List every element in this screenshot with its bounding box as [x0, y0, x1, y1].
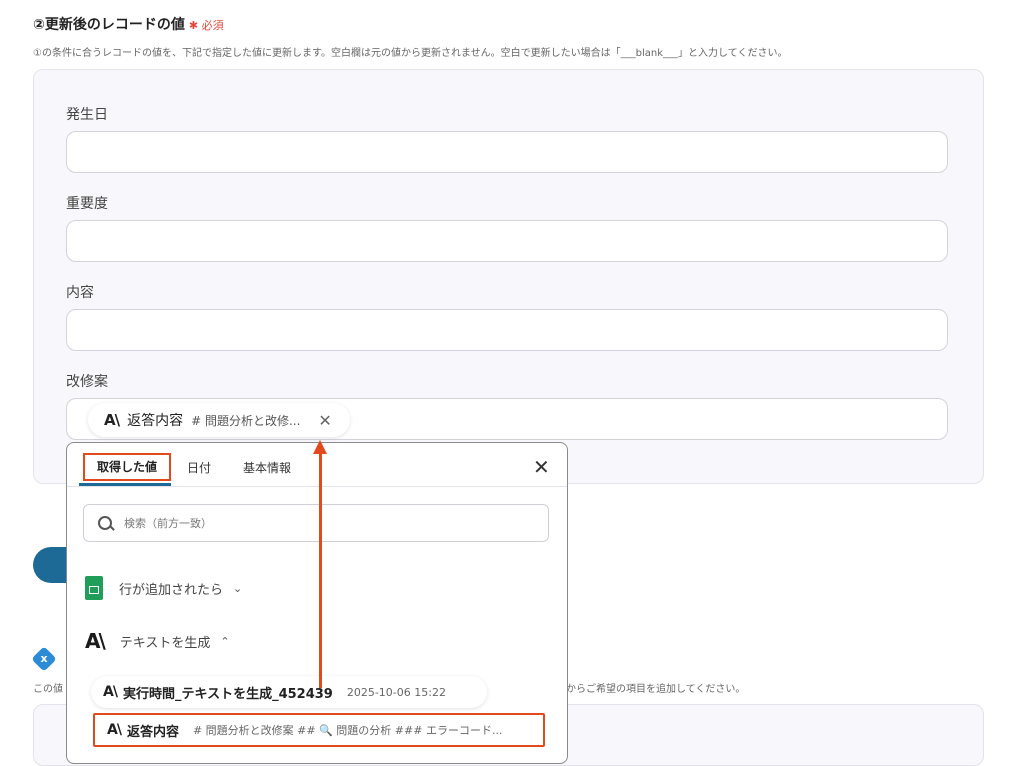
close-icon[interactable]: ✕: [318, 411, 331, 430]
search-input[interactable]: [122, 515, 526, 531]
content-field[interactable]: [66, 309, 948, 351]
chevron-down-icon: ⌄: [233, 581, 243, 595]
importance-field[interactable]: [66, 220, 948, 262]
list-item[interactable]: A\ 返答内容 # 問題分析と改修案 ## 🔍 問題の分析 ### エラーコード…: [93, 713, 545, 747]
chevron-up-icon: ⌃: [220, 634, 230, 648]
group-generate-text[interactable]: A\ テキストを生成 ⌃: [85, 629, 230, 653]
search-icon: [98, 516, 112, 530]
chip-preview: # 問題分析と改修...: [191, 413, 301, 428]
tab-basic-info[interactable]: 基本情報: [243, 459, 291, 476]
google-sheets-icon: [85, 576, 103, 600]
item-name: 実行時間_テキストを生成_452439: [122, 686, 333, 702]
item-name: 返答内容: [126, 724, 179, 740]
item-value: 2025-10-06 15:22: [346, 685, 446, 699]
background-text-left: この値: [33, 684, 63, 695]
section-description: ①の条件に合うレコードの値を、下記で指定した値に更新します。空白欄は元の値から更…: [33, 48, 788, 59]
field-label-content: 内容: [66, 285, 94, 301]
field-label-importance: 重要度: [66, 196, 108, 212]
list-item[interactable]: A\ 実行時間_テキストを生成_452439 2025-10-06 15:22: [91, 676, 487, 708]
value-chip[interactable]: A\ 返答内容 # 問題分析と改修... ✕: [88, 403, 350, 437]
tab-divider: [67, 486, 567, 487]
anthropic-icon: A\: [85, 629, 106, 653]
tab-date[interactable]: 日付: [187, 459, 211, 476]
background-text-right: からご希望の項目を追加してください。: [566, 684, 746, 695]
section-title: ②更新後のレコードの値 ✱ 必須: [33, 14, 224, 34]
field-label-date: 発生日: [66, 107, 108, 123]
anthropic-icon: A\: [103, 684, 118, 700]
date-field[interactable]: [66, 131, 948, 173]
annotation-arrow-line: [319, 452, 322, 688]
required-mark: ✱ 必須: [188, 19, 224, 32]
search-box[interactable]: [83, 504, 549, 542]
annotation-arrow-head: [313, 440, 327, 454]
item-value: # 問題分析と改修案 ## 🔍 問題の分析 ### エラーコード...: [192, 724, 503, 737]
group-label: 行が追加されたら: [119, 582, 224, 598]
group-label: テキストを生成: [119, 635, 211, 651]
value-picker-popup: 取得した値 日付 基本情報 ✕ 行が追加されたら ⌄ A\ テキストを生成 ⌃ …: [66, 442, 568, 764]
section-title-text: ②更新後のレコードの値: [33, 17, 185, 33]
chip-name: 返答内容: [127, 413, 184, 429]
anthropic-icon: A\: [104, 411, 120, 429]
x-icon: x: [31, 646, 57, 672]
close-icon[interactable]: ✕: [533, 455, 550, 479]
group-row-added[interactable]: 行が追加されたら ⌄: [85, 576, 242, 600]
anthropic-icon: A\: [107, 722, 122, 738]
field-label-fix-proposal: 改修案: [66, 374, 108, 390]
tab-acquired-values[interactable]: 取得した値: [83, 453, 172, 481]
